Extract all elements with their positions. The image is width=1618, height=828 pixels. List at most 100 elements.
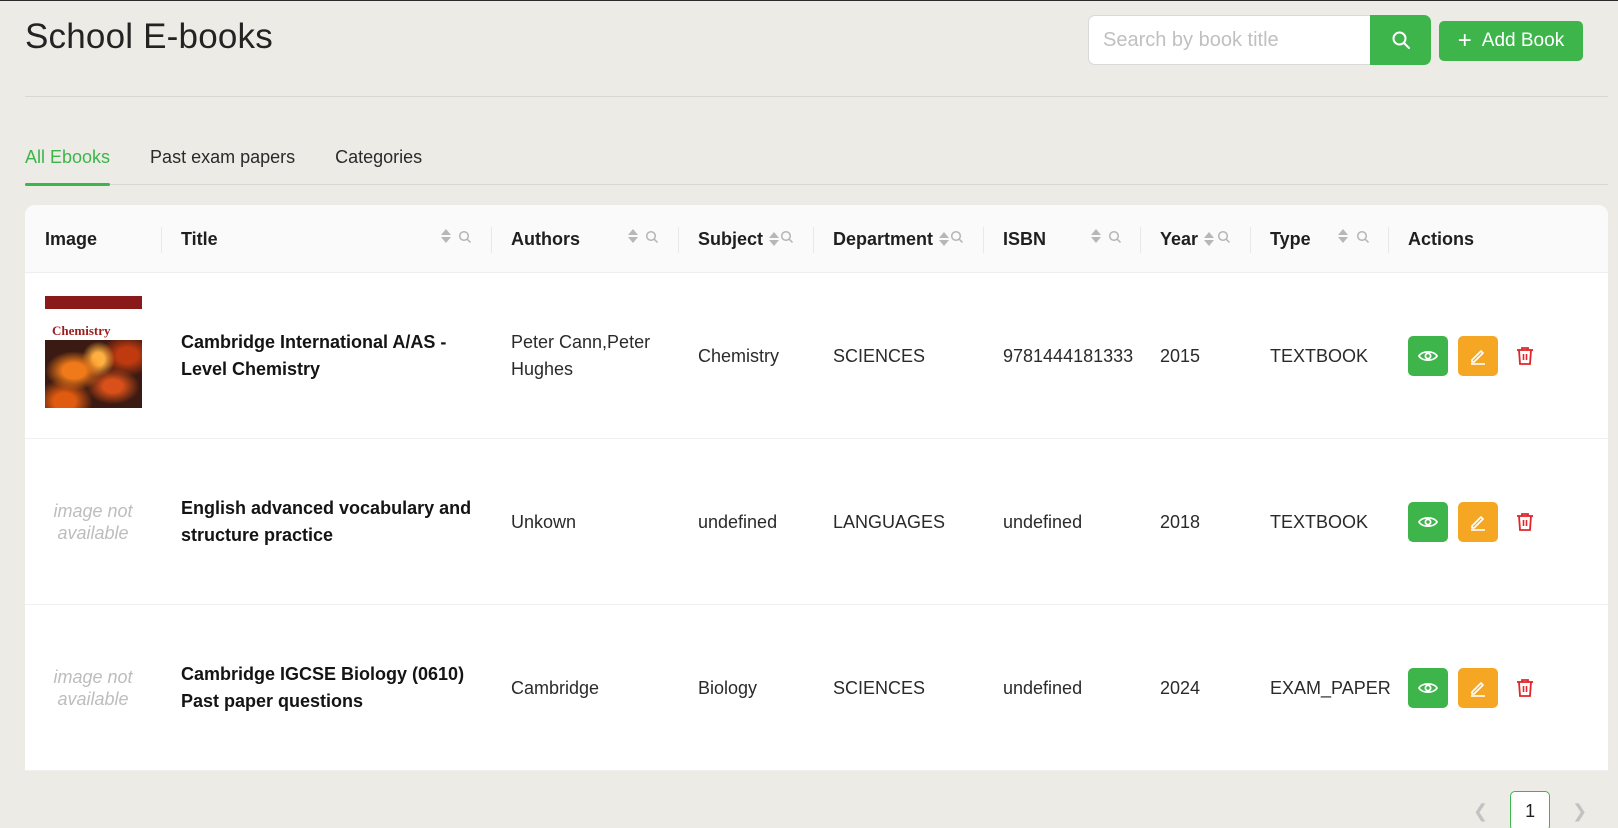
- row-actions: [1408, 439, 1540, 605]
- table-row[interactable]: image not available English advanced voc…: [25, 439, 1608, 605]
- tab-past-exam-papers[interactable]: Past exam papers: [150, 141, 295, 185]
- book-year: 2024: [1160, 677, 1201, 698]
- book-type: TEXTBOOK: [1270, 345, 1369, 366]
- sort-icon[interactable]: [628, 229, 638, 243]
- add-book-label: Add Book: [1481, 30, 1565, 51]
- search-bar: [1088, 15, 1431, 65]
- chevron-left-icon[interactable]: ❮: [1473, 801, 1488, 822]
- column-header-type: Type: [1250, 205, 1311, 273]
- eye-icon: [1418, 350, 1438, 362]
- column-label: Image: [45, 228, 98, 249]
- plus-icon: +: [1457, 27, 1472, 54]
- book-isbn: undefined: [1003, 677, 1083, 698]
- book-cover-image: Chemistry: [45, 295, 142, 417]
- book-department: LANGUAGES: [833, 511, 946, 532]
- book-isbn: 9781444181333: [1003, 345, 1134, 366]
- column-divider: [161, 227, 162, 253]
- sort-icon[interactable]: [939, 232, 950, 246]
- search-button[interactable]: [1370, 15, 1431, 65]
- delete-button[interactable]: [1510, 336, 1540, 376]
- image-not-available: image not available: [53, 667, 133, 709]
- column-divider: [1250, 227, 1251, 253]
- column-label: ISBN: [1003, 228, 1047, 249]
- column-label: Subject: [698, 228, 764, 249]
- table-header: Image Title Authors Subject Department I…: [25, 205, 1608, 273]
- book-image-cell: image not available: [45, 605, 141, 771]
- book-authors: Cambridge: [511, 677, 600, 698]
- column-divider: [1140, 227, 1141, 253]
- column-header-image: Image: [45, 205, 97, 273]
- column-header-isbn: ISBN: [983, 205, 1047, 273]
- column-header-year: Year: [1140, 205, 1215, 273]
- pagination: ❮ 1 ❯: [1473, 791, 1587, 828]
- search-icon[interactable]: [458, 230, 472, 244]
- column-label: Department: [833, 228, 934, 249]
- book-department: SCIENCES: [833, 345, 926, 366]
- book-year: 2018: [1160, 511, 1201, 532]
- pencil-icon: [1471, 516, 1485, 531]
- book-type: EXAM_PAPER: [1270, 677, 1391, 698]
- sort-icon[interactable]: [769, 232, 780, 246]
- ebooks-table: Image Title Authors Subject Department I…: [25, 205, 1608, 771]
- book-authors: Unkown: [511, 511, 577, 532]
- tab-categories[interactable]: Categories: [335, 141, 422, 185]
- eye-icon: [1418, 516, 1438, 528]
- trash-icon: [1517, 347, 1533, 365]
- column-divider: [1388, 227, 1389, 253]
- column-divider: [491, 227, 492, 253]
- book-type: TEXTBOOK: [1270, 511, 1369, 532]
- book-authors: Peter Cann,Peter Hughes: [511, 332, 651, 379]
- column-divider: [983, 227, 984, 253]
- search-icon[interactable]: [780, 230, 794, 244]
- trash-icon: [1517, 513, 1533, 531]
- book-subject: undefined: [698, 511, 778, 532]
- book-isbn: undefined: [1003, 511, 1083, 532]
- view-button[interactable]: [1408, 336, 1448, 376]
- search-icon[interactable]: [950, 230, 964, 244]
- search-input[interactable]: [1088, 15, 1370, 65]
- column-divider: [813, 227, 814, 253]
- search-icon[interactable]: [1356, 230, 1370, 244]
- column-label: Type: [1270, 228, 1311, 249]
- view-button[interactable]: [1408, 668, 1448, 708]
- search-icon: [1392, 31, 1410, 49]
- book-year: 2015: [1160, 345, 1201, 366]
- column-header-department: Department: [813, 205, 950, 273]
- book-title: English advanced vocabulary and structur…: [181, 498, 472, 545]
- edit-button[interactable]: [1458, 502, 1498, 542]
- sort-icon[interactable]: [441, 229, 451, 243]
- tab-bar: All Ebooks Past exam papers Categories: [25, 141, 1608, 186]
- column-header-authors: Authors: [491, 205, 580, 273]
- eye-icon: [1418, 682, 1438, 694]
- table-row[interactable]: Chemistry Cambridge International A/AS -…: [25, 273, 1608, 439]
- search-icon[interactable]: [645, 230, 659, 244]
- column-label: Year: [1160, 228, 1199, 249]
- book-image-cell: image not available: [45, 439, 141, 605]
- row-actions: [1408, 273, 1540, 439]
- edit-button[interactable]: [1458, 668, 1498, 708]
- book-title: Cambridge IGCSE Biology (0610) Past pape…: [181, 664, 465, 711]
- search-icon[interactable]: [1108, 230, 1122, 244]
- add-book-button[interactable]: + Add Book: [1439, 21, 1583, 61]
- sort-icon[interactable]: [1091, 229, 1101, 243]
- page-number-button[interactable]: 1: [1510, 791, 1551, 828]
- pencil-icon: [1471, 350, 1485, 365]
- chevron-right-icon[interactable]: ❯: [1572, 801, 1587, 822]
- search-icon[interactable]: [1217, 230, 1231, 244]
- sort-icon[interactable]: [1338, 229, 1348, 243]
- delete-button[interactable]: [1510, 668, 1540, 708]
- sort-icon[interactable]: [1204, 232, 1215, 246]
- edit-button[interactable]: [1458, 336, 1498, 376]
- column-label: Title: [181, 228, 218, 249]
- table-row[interactable]: image not available Cambridge IGCSE Biol…: [25, 605, 1608, 771]
- view-button[interactable]: [1408, 502, 1448, 542]
- book-image-cell: Chemistry: [45, 273, 142, 439]
- column-header-title: Title: [161, 205, 218, 273]
- column-label: Actions: [1408, 228, 1475, 249]
- trash-icon: [1517, 679, 1533, 697]
- book-subject: Chemistry: [698, 345, 780, 366]
- tab-all-ebooks[interactable]: All Ebooks: [25, 141, 111, 186]
- pencil-icon: [1471, 682, 1485, 697]
- column-header-subject: Subject: [678, 205, 780, 273]
- delete-button[interactable]: [1510, 502, 1540, 542]
